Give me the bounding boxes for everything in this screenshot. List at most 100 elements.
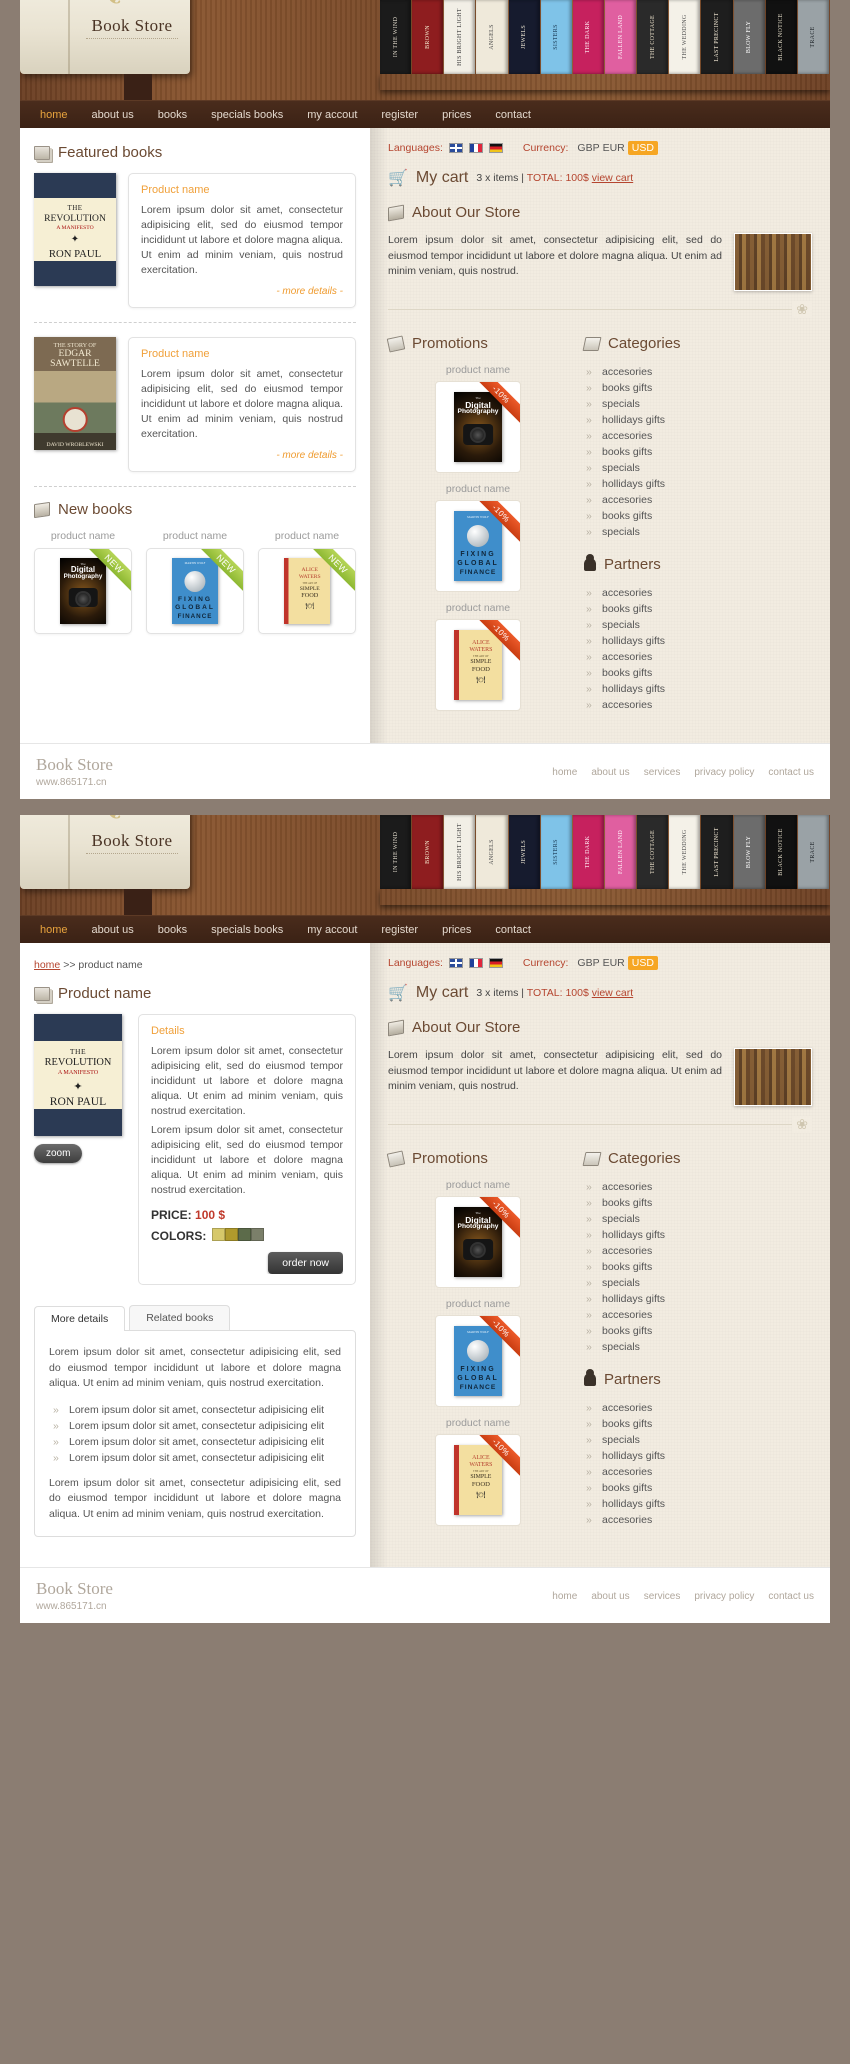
- partner-link[interactable]: specials: [584, 617, 812, 633]
- germany-flag-icon-2[interactable]: [488, 958, 503, 968]
- nav-item-prices[interactable]: prices: [442, 109, 471, 121]
- category-link[interactable]: books gifts: [584, 1195, 812, 1211]
- new-book-item[interactable]: product name MARTIN WOLF FIXING GLOBAL FINAN…: [146, 530, 244, 634]
- footer-link-home[interactable]: home: [552, 1591, 577, 1602]
- partner-link[interactable]: books gifts: [584, 601, 812, 617]
- category-link[interactable]: hollidays gifts: [584, 1227, 812, 1243]
- category-link[interactable]: books gifts: [584, 380, 812, 396]
- color-swatch-2[interactable]: [238, 1228, 252, 1241]
- category-link[interactable]: hollidays gifts: [584, 476, 812, 492]
- category-link[interactable]: accesories: [584, 1243, 812, 1259]
- nav-item-home[interactable]: home: [40, 924, 68, 936]
- view-cart-link[interactable]: view cart: [592, 172, 633, 184]
- currency-option-USD[interactable]: USD: [627, 956, 658, 970]
- nav-item-contact[interactable]: contact: [495, 109, 530, 121]
- partner-link[interactable]: accesories: [584, 1464, 812, 1480]
- category-link[interactable]: books gifts: [584, 444, 812, 460]
- category-link[interactable]: accesories: [584, 492, 812, 508]
- footer-link-home[interactable]: home: [552, 767, 577, 778]
- category-link[interactable]: specials: [584, 396, 812, 412]
- currency-option-EUR[interactable]: EUR: [603, 957, 625, 969]
- category-link[interactable]: accesories: [584, 428, 812, 444]
- order-now-button[interactable]: order now: [268, 1252, 343, 1274]
- partner-link[interactable]: books gifts: [584, 1480, 812, 1496]
- category-link[interactable]: specials: [584, 460, 812, 476]
- promo-thumb[interactable]: MARTIN WOLF FIXING GLOBAL FINANCE -10%: [435, 1315, 521, 1407]
- currency-options[interactable]: GBP EUR USD: [574, 141, 658, 155]
- categories-list-2[interactable]: accesoriesbooks giftsspecialshollidays g…: [584, 1179, 812, 1355]
- footer-link-contact-us[interactable]: contact us: [768, 767, 814, 778]
- category-link[interactable]: accesories: [584, 1179, 812, 1195]
- currency-option-GBP[interactable]: GBP: [577, 142, 599, 154]
- currency-options-2[interactable]: GBP EUR USD: [574, 956, 658, 970]
- my-cart-bar[interactable]: 🛒 My cart 3 x items | TOTAL: 100$ view c…: [388, 168, 812, 188]
- nav-item-specials-books[interactable]: specials books: [211, 109, 283, 121]
- category-link[interactable]: specials: [584, 1211, 812, 1227]
- nav-item-register[interactable]: register: [381, 109, 418, 121]
- partner-link[interactable]: hollidays gifts: [584, 1448, 812, 1464]
- category-link[interactable]: books gifts: [584, 1323, 812, 1339]
- footer-link-services[interactable]: services: [644, 767, 681, 778]
- category-link[interactable]: hollidays gifts: [584, 412, 812, 428]
- partner-link[interactable]: books gifts: [584, 1416, 812, 1432]
- more-details-link[interactable]: - more details -: [141, 450, 343, 461]
- uk-flag-icon-2[interactable]: [448, 958, 463, 968]
- partners-list-2[interactable]: accesoriesbooks giftsspecialshollidays g…: [584, 1400, 812, 1528]
- nav-item-books[interactable]: books: [158, 924, 187, 936]
- tab-more-details[interactable]: More details: [34, 1306, 126, 1331]
- zoom-button[interactable]: zoom: [34, 1144, 83, 1163]
- category-link[interactable]: specials: [584, 1339, 812, 1355]
- main-navigation[interactable]: home about us books specials books my accout…: [20, 100, 830, 128]
- partner-link[interactable]: hollidays gifts: [584, 633, 812, 649]
- nav-item-my-accout[interactable]: my accout: [307, 109, 357, 121]
- partner-link[interactable]: accesories: [584, 1400, 812, 1416]
- partner-link[interactable]: accesories: [584, 697, 812, 713]
- partner-link[interactable]: accesories: [584, 1512, 812, 1528]
- product-cover-image[interactable]: THE REVOLUTION A MANIFESTO ✦ RON PAUL: [34, 1014, 124, 1136]
- france-flag-icon[interactable]: [468, 143, 483, 153]
- new-book-item[interactable]: product name ALICE WATERS THE ART OF SIMPLE F…: [258, 530, 356, 634]
- nav-item-home[interactable]: home: [40, 109, 68, 121]
- category-link[interactable]: books gifts: [584, 1259, 812, 1275]
- france-flag-icon-2[interactable]: [468, 958, 483, 968]
- nav-item-about-us[interactable]: about us: [92, 924, 134, 936]
- product-tabs[interactable]: More details Related books: [34, 1305, 356, 1331]
- color-swatch-0[interactable]: [212, 1228, 226, 1241]
- tab-related-books[interactable]: Related books: [129, 1305, 231, 1330]
- currency-option-EUR[interactable]: EUR: [603, 142, 625, 154]
- promo-thumb[interactable]: The Digital Photography -10%: [435, 381, 521, 473]
- nav-item-contact[interactable]: contact: [495, 924, 530, 936]
- promo-thumb[interactable]: ALICE WATERS THE ART OF SIMPLE FOOD 🍽 -10%: [435, 619, 521, 711]
- partner-link[interactable]: accesories: [584, 585, 812, 601]
- germany-flag-icon[interactable]: [488, 143, 503, 153]
- category-link[interactable]: accesories: [584, 1307, 812, 1323]
- footer-link-privacy-policy[interactable]: privacy policy: [694, 767, 754, 778]
- promo-thumb[interactable]: ALICE WATERS THE ART OF SIMPLE FOOD 🍽 -10%: [435, 1434, 521, 1526]
- uk-flag-icon[interactable]: [448, 143, 463, 153]
- new-book-item[interactable]: product name The Digital Photography NEW: [34, 530, 132, 634]
- currency-option-GBP[interactable]: GBP: [577, 957, 599, 969]
- color-swatch-1[interactable]: [225, 1228, 239, 1241]
- breadcrumb-home-link[interactable]: home: [34, 959, 60, 971]
- view-cart-link-2[interactable]: view cart: [592, 987, 633, 999]
- nav-item-about-us[interactable]: about us: [92, 109, 134, 121]
- my-cart-bar-2[interactable]: 🛒 My cart 3 x items | TOTAL: 100$ view c…: [388, 983, 812, 1003]
- footer-link-about-us[interactable]: about us: [591, 767, 629, 778]
- partner-link[interactable]: books gifts: [584, 665, 812, 681]
- more-details-link[interactable]: - more details -: [141, 286, 343, 297]
- partner-link[interactable]: accesories: [584, 649, 812, 665]
- category-link[interactable]: books gifts: [584, 508, 812, 524]
- category-link[interactable]: accesories: [584, 364, 812, 380]
- footer-links[interactable]: home about us services privacy policy contac…: [538, 766, 814, 778]
- partner-link[interactable]: hollidays gifts: [584, 1496, 812, 1512]
- footer-link-privacy-policy[interactable]: privacy policy: [694, 1591, 754, 1602]
- category-link[interactable]: hollidays gifts: [584, 1291, 812, 1307]
- footer-link-services[interactable]: services: [644, 1591, 681, 1602]
- promo-thumb[interactable]: MARTIN WOLF FIXING GLOBAL FINANCE -10%: [435, 500, 521, 592]
- footer-links-2[interactable]: home about us services privacy policy contac…: [538, 1590, 814, 1602]
- footer-link-about-us[interactable]: about us: [591, 1591, 629, 1602]
- nav-item-my-accout[interactable]: my accout: [307, 924, 357, 936]
- nav-item-register[interactable]: register: [381, 924, 418, 936]
- category-link[interactable]: specials: [584, 524, 812, 540]
- color-swatch-3[interactable]: [251, 1228, 265, 1241]
